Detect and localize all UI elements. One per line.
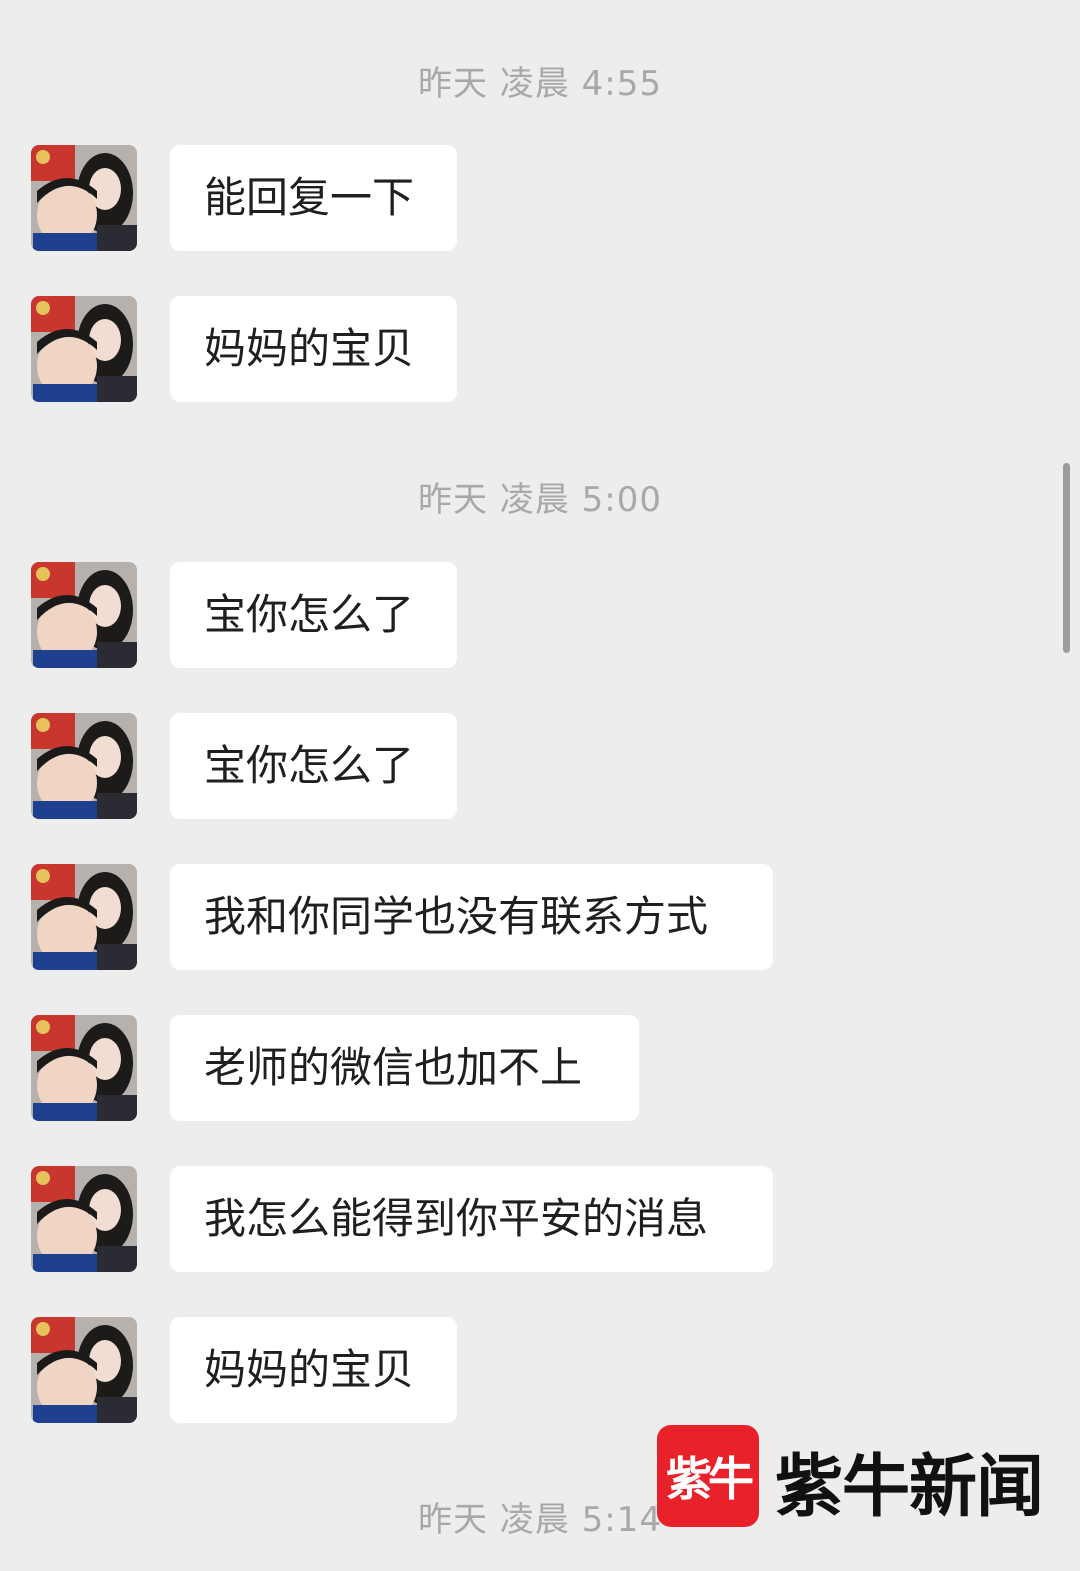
timestamp: 昨天 凌晨 5:00: [418, 480, 662, 520]
message-bubble[interactable]: 妈妈的宝贝: [170, 296, 457, 402]
avatar[interactable]: [31, 1015, 137, 1121]
watermark-badge: 紫牛: [657, 1425, 759, 1527]
avatar[interactable]: [31, 145, 137, 251]
avatar[interactable]: [31, 562, 137, 668]
message-bubble[interactable]: 能回复一下: [170, 145, 457, 251]
avatar[interactable]: [31, 1317, 137, 1423]
message-bubble[interactable]: 宝你怎么了: [170, 562, 457, 668]
message-bubble[interactable]: 老师的微信也加不上: [170, 1015, 639, 1121]
message-bubble[interactable]: 妈妈的宝贝: [170, 1317, 457, 1423]
watermark-text: 紫牛新闻: [775, 1447, 1044, 1527]
message-bubble[interactable]: 我和你同学也没有联系方式: [170, 864, 773, 970]
chat-message-list[interactable]: 昨天 凌晨 4:55 能回复一下 妈妈的宝贝 昨天 凌晨 5:00 宝你怎么了 …: [0, 0, 1080, 1571]
avatar[interactable]: [31, 713, 137, 819]
message-bubble[interactable]: 我怎么能得到你平安的消息: [170, 1166, 773, 1272]
scrollbar[interactable]: [1063, 463, 1070, 653]
avatar[interactable]: [31, 296, 137, 402]
avatar[interactable]: [31, 864, 137, 970]
timestamp: 昨天 凌晨 4:55: [418, 64, 662, 104]
avatar[interactable]: [31, 1166, 137, 1272]
watermark-logo: 紫牛 紫牛新闻: [657, 1425, 1057, 1529]
message-bubble[interactable]: 宝你怎么了: [170, 713, 457, 819]
